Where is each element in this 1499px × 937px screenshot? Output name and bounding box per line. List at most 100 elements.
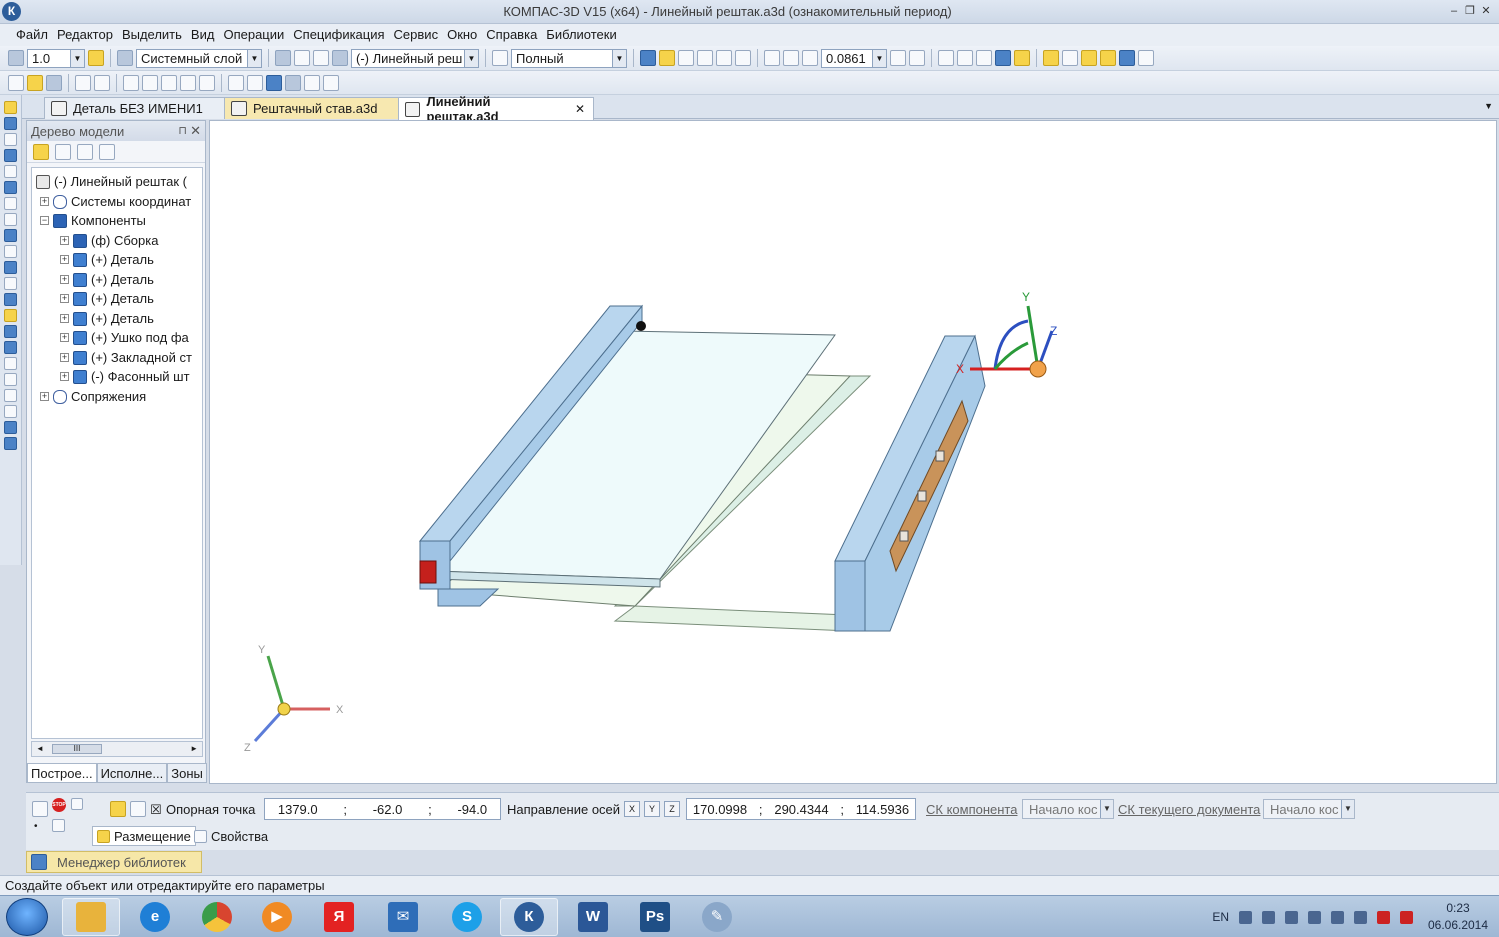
tree-node-part[interactable]: + (+) Деталь [60,309,154,328]
box-icon[interactable] [1081,50,1097,66]
chevron-down-icon[interactable]: ▼ [872,49,886,67]
new-document-icon[interactable] [8,74,24,91]
taskbar-mail[interactable]: ✉ [374,898,432,936]
halftone-icon[interactable] [995,50,1011,66]
undo-icon[interactable] [228,74,244,91]
document-cs-label[interactable]: СК текущего документа [1118,802,1260,817]
manager-icon[interactable] [266,74,282,91]
orientation-icon[interactable] [909,50,925,66]
wireframe-icon[interactable] [938,50,954,66]
display-mode-combo[interactable]: Полный ▼ [511,48,627,68]
tree-node-embedded[interactable]: + (+) Закладной ст [60,348,192,367]
filter-vertical-icon[interactable] [4,293,17,306]
tab-detail-unnamed[interactable]: Деталь БЕЗ ИМЕНИ1 [44,97,228,119]
solid-icon[interactable] [4,325,17,338]
tree-filter-icon[interactable] [99,143,115,160]
expand-icon[interactable]: + [60,275,69,284]
shading-icon[interactable] [640,50,656,66]
zoom-window-icon[interactable] [764,50,780,66]
format-painter-icon[interactable] [180,74,196,91]
expand-icon[interactable]: + [60,314,69,323]
clock[interactable]: 0:23 06.06.2014 [1423,900,1493,934]
network-icon[interactable] [1285,910,1298,924]
paperclip-icon[interactable] [130,801,146,817]
taskbar-chrome[interactable] [188,898,246,936]
anchor-checkbox[interactable]: ☒ [150,802,162,818]
properties-icon[interactable] [1119,50,1135,66]
help-icon[interactable] [52,819,65,832]
frame-icon[interactable] [4,405,17,418]
library-manager-bar[interactable]: Менеджер библиотек [26,851,202,873]
menu-view[interactable]: Вид [189,24,222,46]
model-canvas[interactable]: Y Z X X Y Z [210,121,1496,783]
expand-icon[interactable]: + [60,255,69,264]
scroll-left-icon[interactable]: ◄ [36,744,44,753]
menu-edit[interactable]: Редактор [55,24,120,46]
taskbar-media-player[interactable]: ▶ [248,898,306,936]
tree-node-coord-systems[interactable]: + Системы координат [40,192,191,211]
tree-node-root[interactable]: (-) Линейный рештак ( [36,172,187,191]
axis-z-button[interactable]: Z [664,801,680,817]
tab-properties[interactable]: Свойства [190,826,272,846]
tab-executions[interactable]: Исполне... [96,763,168,783]
zoom-fit-icon[interactable] [783,50,799,66]
tree-node-shaped[interactable]: + (-) Фасонный шт [60,367,190,386]
tree-separate-window-icon[interactable] [77,143,93,160]
expand-icon[interactable]: + [60,333,69,342]
menu-file[interactable]: Файл [14,24,55,46]
thin-lines-icon[interactable] [976,50,992,66]
create-object-icon[interactable] [32,801,48,817]
chevron-down-icon[interactable]: ▼ [612,49,626,67]
expand-icon[interactable]: + [60,353,69,362]
taskbar-word[interactable]: W [564,898,622,936]
auto-create-icon[interactable] [71,798,83,810]
volume-icon[interactable] [1354,910,1367,924]
chevron-down-icon[interactable]: ▼ [1341,800,1354,818]
tree-structure-icon[interactable] [275,50,291,66]
surface-icon[interactable] [4,149,17,162]
tree-node-lug[interactable]: + (+) Ушко под фа [60,328,189,347]
collapse-icon[interactable]: − [40,216,49,225]
designation-icon[interactable] [4,229,17,242]
tree-view-icon[interactable] [55,143,71,160]
tree-node-part[interactable]: + (+) Деталь [60,270,154,289]
menu-libraries[interactable]: Библиотеки [544,24,623,46]
tab-lineyny-reshtak[interactable]: Линейний рештак.a3d ✕ [398,94,594,124]
zoom-combo[interactable]: 0.0861 ▼ [821,48,887,68]
curve-icon[interactable] [4,133,17,146]
add-component-icon[interactable] [4,117,17,130]
cable-icon[interactable] [4,389,17,402]
copy-icon[interactable] [142,74,158,91]
menu-operations[interactable]: Операции [221,24,291,46]
expand-icon[interactable]: + [40,197,49,206]
cut-icon[interactable] [123,74,139,91]
weld-icon[interactable] [4,357,17,370]
expand-icon[interactable]: + [40,392,49,401]
auxiliary-geometry-icon[interactable] [4,181,17,194]
language-indicator[interactable]: EN [1212,910,1229,924]
cursor-options-icon[interactable] [1062,50,1078,66]
section-icon[interactable] [716,50,732,66]
stop-icon[interactable]: STOP [52,798,66,812]
taskbar-explorer[interactable] [62,898,120,936]
list-icon[interactable] [199,74,215,91]
visibility-icon[interactable] [1100,50,1116,66]
selection-vertical-icon[interactable] [4,309,17,322]
taskbar-paint[interactable]: ✎ [688,898,746,936]
display-mode-icon[interactable] [492,50,508,66]
tab-reshtachny-stav[interactable]: Рештачный став.a3d [224,97,402,119]
layer-combo[interactable]: Системный слой ▼ [136,48,262,68]
report-icon[interactable] [4,261,17,274]
variables-icon[interactable] [304,74,320,91]
chevron-down-icon[interactable]: ▼ [70,49,84,67]
tab-zones[interactable]: Зоны [167,763,207,783]
redo-icon[interactable] [247,74,263,91]
chevron-down-icon[interactable]: ▼ [464,49,478,67]
mate-icon[interactable] [4,197,17,210]
measure-vertical-icon[interactable] [4,277,17,290]
tree-node-part[interactable]: + (+) Деталь [60,250,154,269]
anchor-point-field[interactable]: 1379.0 ; -62.0 ; -94.0 [264,798,501,820]
minimize-button[interactable]: – [1447,4,1461,18]
taskbar-yandex[interactable]: Я [310,898,368,936]
layers-icon[interactable] [117,50,133,66]
